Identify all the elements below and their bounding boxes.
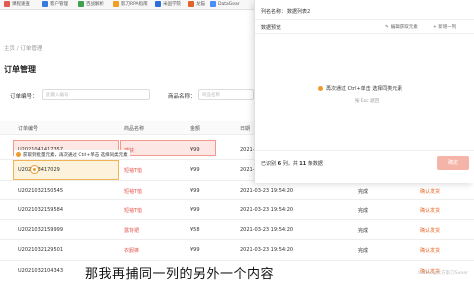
panel-divider: [255, 19, 474, 20]
bookmark-item[interactable]: 课程速查: [4, 1, 30, 7]
date-cell: 2021-: [240, 147, 255, 153]
bookmark-icon: [113, 1, 119, 7]
cursor-target-icon: [30, 165, 39, 174]
edit-elements-button[interactable]: ✎ 编辑获取元素: [385, 24, 418, 31]
bookmark-item[interactable]: 米国学院: [155, 1, 181, 7]
bookmark-item[interactable]: 客户管理: [42, 1, 68, 7]
bookmark-item[interactable]: 龙猫: [188, 1, 205, 7]
video-subtitle: 那我再捕同一列的另外一个内容: [85, 267, 275, 282]
list-name-value[interactable]: 数据列表2: [287, 8, 310, 15]
date-cell: 2021-: [240, 167, 255, 173]
list-name-label: 列名名称：: [261, 9, 287, 15]
info-dot-icon: [318, 86, 323, 91]
col-header-date: 日期: [240, 126, 251, 132]
col-header-amount: 金额: [190, 126, 201, 132]
bookmark-icon: [155, 1, 161, 7]
breadcrumb: 主页 / 订单管理: [4, 46, 43, 52]
bookmark-item[interactable]: DataGear: [210, 1, 240, 7]
product-cell[interactable]: 短袖T恤: [124, 188, 142, 195]
status-cell: 完成: [358, 248, 369, 254]
product-label: 商品名称：: [168, 94, 196, 100]
watermark: CSDN @大方影刀Suner: [418, 271, 468, 276]
bookmark-item[interactable]: 影刀RPA指南: [113, 1, 148, 7]
bookmark-icon: [42, 1, 48, 7]
status-cell: 完成: [358, 189, 369, 195]
product-cell[interactable]: 短袖T恤: [124, 167, 142, 174]
order-no-cell: U2021032159584: [18, 207, 64, 213]
order-no-cell: U2021032150545: [18, 188, 64, 194]
table-row[interactable]: U2021032150545 短袖T恤 ¥99 2021-03-23 19:54…: [0, 181, 474, 200]
amount-cell: ¥99: [190, 247, 200, 253]
order-no-cell: U2021032129501: [18, 247, 64, 253]
edit-icon: ✎: [385, 24, 389, 30]
preview-label: 数据预览: [261, 25, 282, 31]
esc-hint: 按 Esc 退回: [355, 99, 380, 104]
status-cell: 完成: [358, 228, 369, 234]
amount-cell: ¥99: [190, 188, 200, 194]
page-title: 订单管理: [4, 65, 36, 74]
table-row[interactable]: U2021032159999 露背裙 ¥58 2021-03-23 19:54:…: [0, 220, 474, 240]
order-no-label: 订单编号：: [10, 94, 38, 100]
order-no-cell: U2021032159999: [18, 227, 64, 233]
amount-cell: ¥99: [190, 207, 200, 213]
date-cell: 2021-03-23 19:54:20: [240, 247, 294, 253]
product-cell[interactable]: 露背裙: [124, 227, 139, 234]
confirm-ship-link[interactable]: 确认发货: [420, 188, 440, 195]
confirm-ship-link[interactable]: 确认发货: [420, 227, 440, 234]
product-cell[interactable]: 短袖T恤: [124, 207, 142, 214]
bookmark-icon: [78, 1, 84, 7]
panel-divider: [255, 150, 474, 151]
info-dot-icon: [16, 152, 21, 157]
product-input[interactable]: 商品名称: [198, 89, 254, 100]
date-cell: 2021-03-23 19:54:20: [240, 188, 294, 194]
bookmark-item[interactable]: 百战解析: [78, 1, 104, 7]
table-row[interactable]: U2021032129501 衣服裤 ¥99 2021-03-23 19:54:…: [0, 240, 474, 261]
capture-tooltip: 获取到批量元素，再次通过 Ctrl+单击 选择同类元素: [14, 150, 130, 159]
confirm-ship-link[interactable]: 确认发货: [420, 247, 440, 254]
amount-cell: ¥58: [190, 227, 200, 233]
data-count: 已识别 6 列，共 11 条数据: [261, 161, 323, 167]
confirm-ship-link[interactable]: 确认发货: [420, 207, 440, 214]
amount-cell: ¥99: [190, 147, 200, 153]
panel-hint: 再次通过 Ctrl+单击 选择同类元素: [318, 85, 402, 92]
col-header-order-no: 订单编号: [18, 126, 39, 132]
date-cell: 2021-03-23 19:54:20: [240, 227, 294, 233]
confirm-button[interactable]: 确定: [437, 156, 469, 170]
bookmark-icon: [188, 1, 194, 7]
order-no-input[interactable]: 此输入编号: [42, 89, 150, 100]
capture-panel: 列名名称： 数据列表2 数据预览 ✎ 编辑获取元素 + 新增一列 再次通过 Ctr…: [254, 0, 474, 183]
date-cell: 2021-03-23 19:54:20: [240, 207, 294, 213]
bookmark-icon: [4, 1, 10, 7]
table-row[interactable]: U2021032159584 短袖T恤 ¥99 2021-03-23 19:54…: [0, 200, 474, 220]
panel-divider: [255, 33, 474, 34]
col-header-product: 商品名称: [124, 126, 145, 132]
product-cell[interactable]: 衣服裤: [124, 247, 139, 254]
bookmark-icon: [210, 1, 216, 7]
status-cell: 完成: [358, 208, 369, 214]
amount-cell: ¥99: [190, 167, 200, 173]
order-no-cell: U2021032104343: [18, 268, 64, 274]
add-column-button[interactable]: + 新增一列: [433, 24, 456, 30]
